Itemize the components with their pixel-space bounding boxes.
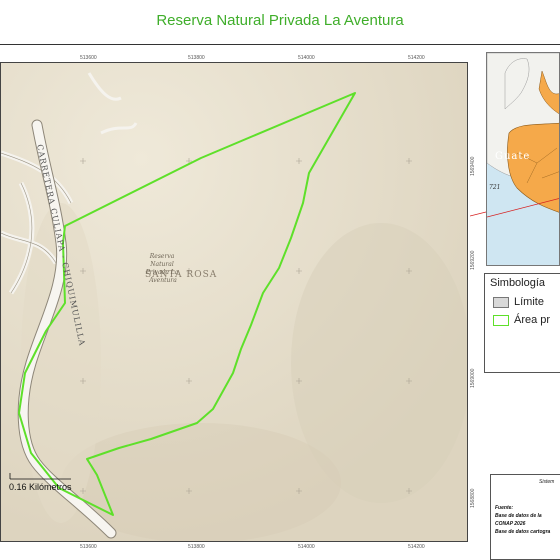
legend-swatch-area: [493, 315, 509, 326]
y-tick-right-1: 1569400: [470, 156, 476, 176]
legend-item-limite: Límite: [493, 296, 560, 310]
scale-label: 0.16 Kilómetros: [9, 482, 72, 492]
reserve-label: Reserva Natural Privada La Aventura: [145, 253, 181, 284]
y-tick-right-4: 1568800: [470, 488, 476, 508]
y-tick-right-2: 1569200: [470, 250, 476, 270]
legend-title: Simbología: [490, 277, 546, 289]
info-line: Base de datos cartogra: [495, 529, 551, 535]
x-tick-bottom-1: 513600: [80, 544, 97, 550]
map-title: Reserva Natural Privada La Aventura: [156, 12, 404, 29]
legend-swatch-limite: [493, 297, 509, 308]
inset-canvas: Guate 721: [487, 53, 559, 265]
info-box: Sistem Fuente: Base de datos de la CONAP…: [490, 474, 560, 560]
pointer-connector: [470, 211, 487, 217]
info-heading: Sistem: [539, 479, 555, 485]
legend-label: Límite: [514, 296, 544, 308]
legend-label: Área pr: [514, 314, 551, 326]
inset-country-label: Guate: [495, 151, 530, 162]
inset-number-label: 721: [489, 184, 500, 191]
x-tick-top-3: 514000: [298, 55, 315, 61]
x-tick-bottom-4: 514200: [408, 544, 425, 550]
y-tick-right-3: 1569000: [470, 368, 476, 388]
info-line: Base de datos de la: [495, 513, 542, 519]
x-tick-bottom-2: 513800: [188, 544, 205, 550]
legend: Simbología Límite Área pr: [484, 273, 560, 373]
x-tick-top-4: 514200: [408, 55, 425, 61]
map-canvas: CARRETERA CULIAPA - CHIQUIMULILLA SANTA …: [1, 63, 467, 541]
info-line: Fuente:: [495, 505, 514, 511]
x-tick-bottom-3: 514000: [298, 544, 315, 550]
x-tick-top-2: 513800: [188, 55, 205, 61]
inset-map[interactable]: Guate 721: [486, 52, 560, 266]
x-tick-top-1: 513600: [80, 55, 97, 61]
legend-item-area: Área pr: [493, 314, 560, 328]
title-bar: Reserva Natural Privada La Aventura: [0, 0, 560, 45]
main-map[interactable]: CARRETERA CULIAPA - CHIQUIMULILLA SANTA …: [0, 62, 468, 542]
info-line: CONAP 2026: [495, 521, 526, 527]
